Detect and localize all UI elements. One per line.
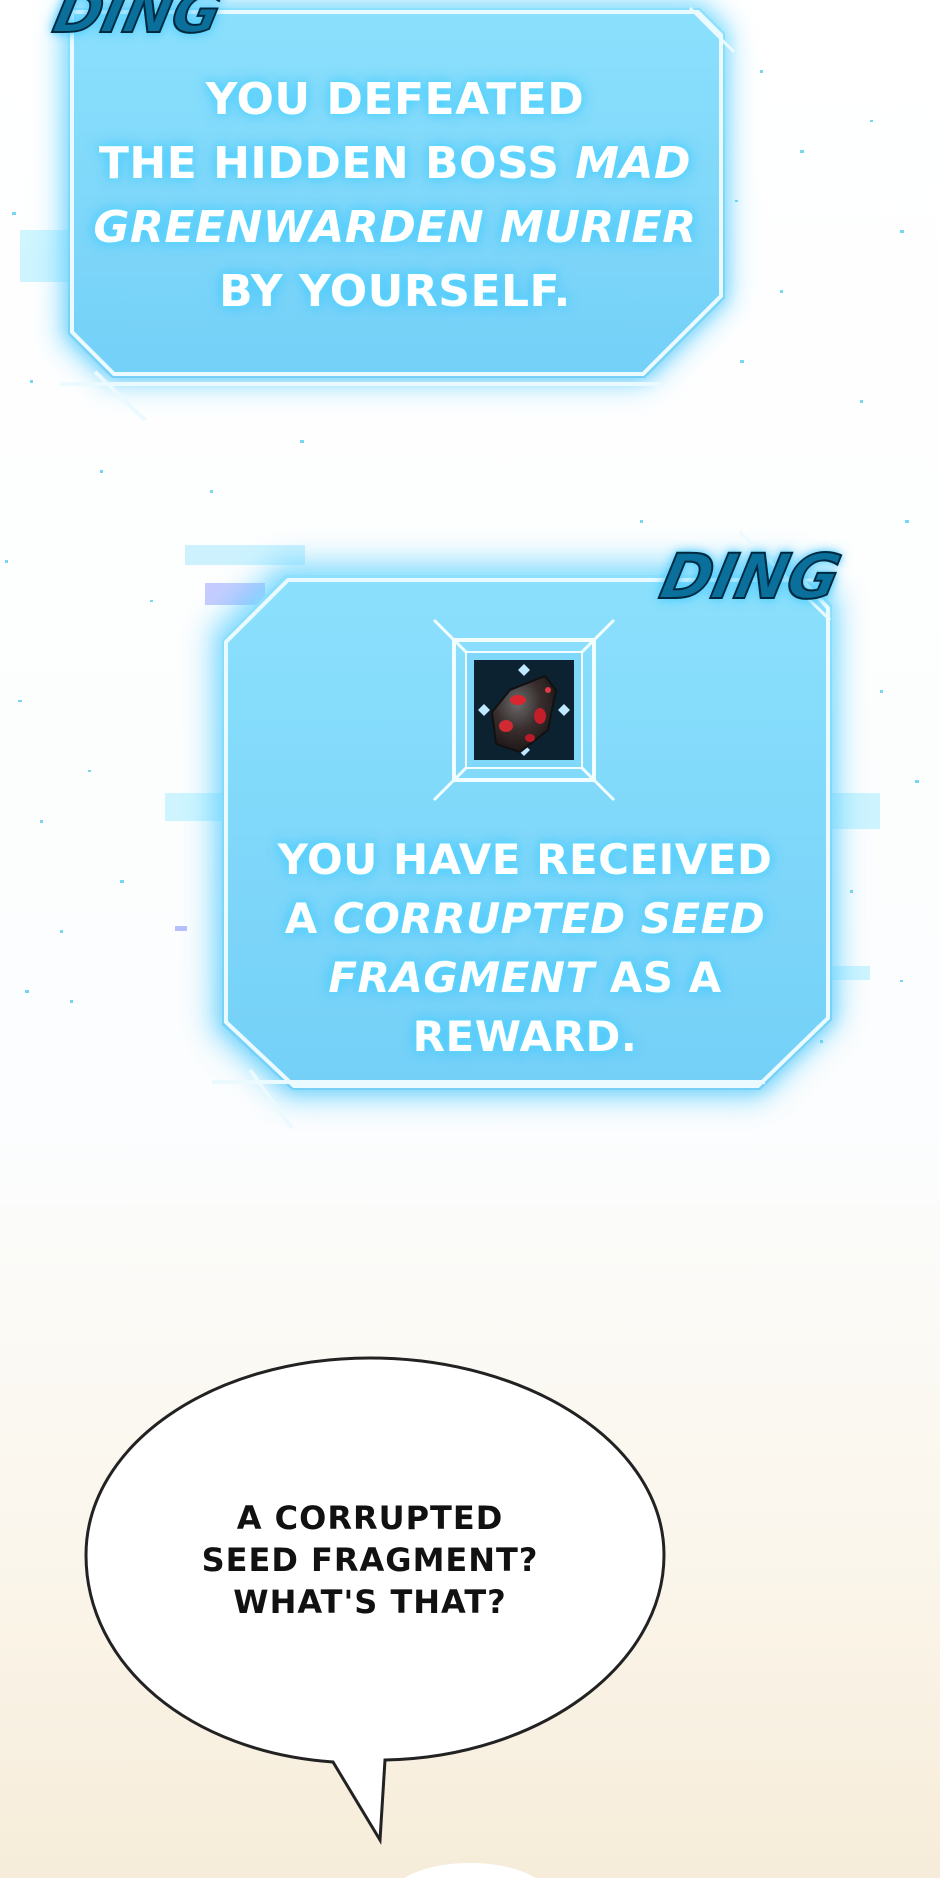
message-line: THE HIDDEN BOSS MAD bbox=[98, 138, 692, 189]
reward-message: YOU HAVE RECEIVED A CORRUPTED SEED FRAGM… bbox=[225, 830, 825, 1066]
dialogue-line: A CORRUPTED bbox=[236, 1499, 504, 1537]
speech-bubble-text: A CORRUPTED SEED FRAGMENT? WHAT'S THAT? bbox=[170, 1497, 570, 1623]
dialogue-line: WHAT'S THAT? bbox=[233, 1583, 507, 1621]
boss-name-emphasis: MAD bbox=[575, 138, 692, 189]
item-name-emphasis: CORRUPTED SEED bbox=[332, 894, 766, 943]
item-name-emphasis: FRAGMENT bbox=[328, 953, 595, 1002]
dialogue-line: SEED FRAGMENT? bbox=[201, 1541, 539, 1579]
comic-page: DING DING YOU DEFEATED THE HIDDEN BOSS M… bbox=[0, 0, 940, 1878]
ding-sfx-reward: DING bbox=[653, 539, 848, 614]
boss-defeated-message: YOU DEFEATED THE HIDDEN BOSS MAD GREENWA… bbox=[70, 68, 720, 324]
message-line: YOU DEFEATED bbox=[205, 74, 585, 125]
message-line: YOU HAVE RECEIVED bbox=[277, 835, 773, 884]
partial-speech-bubble bbox=[404, 1863, 536, 1878]
boss-name-line: GREENWARDEN MURIER bbox=[93, 202, 697, 253]
message-line: A CORRUPTED SEED bbox=[284, 894, 766, 943]
message-line: BY YOURSELF. bbox=[219, 266, 571, 317]
ding-sfx-top: DING bbox=[47, 0, 229, 47]
message-line: FRAGMENT AS A REWARD. bbox=[328, 953, 722, 1061]
